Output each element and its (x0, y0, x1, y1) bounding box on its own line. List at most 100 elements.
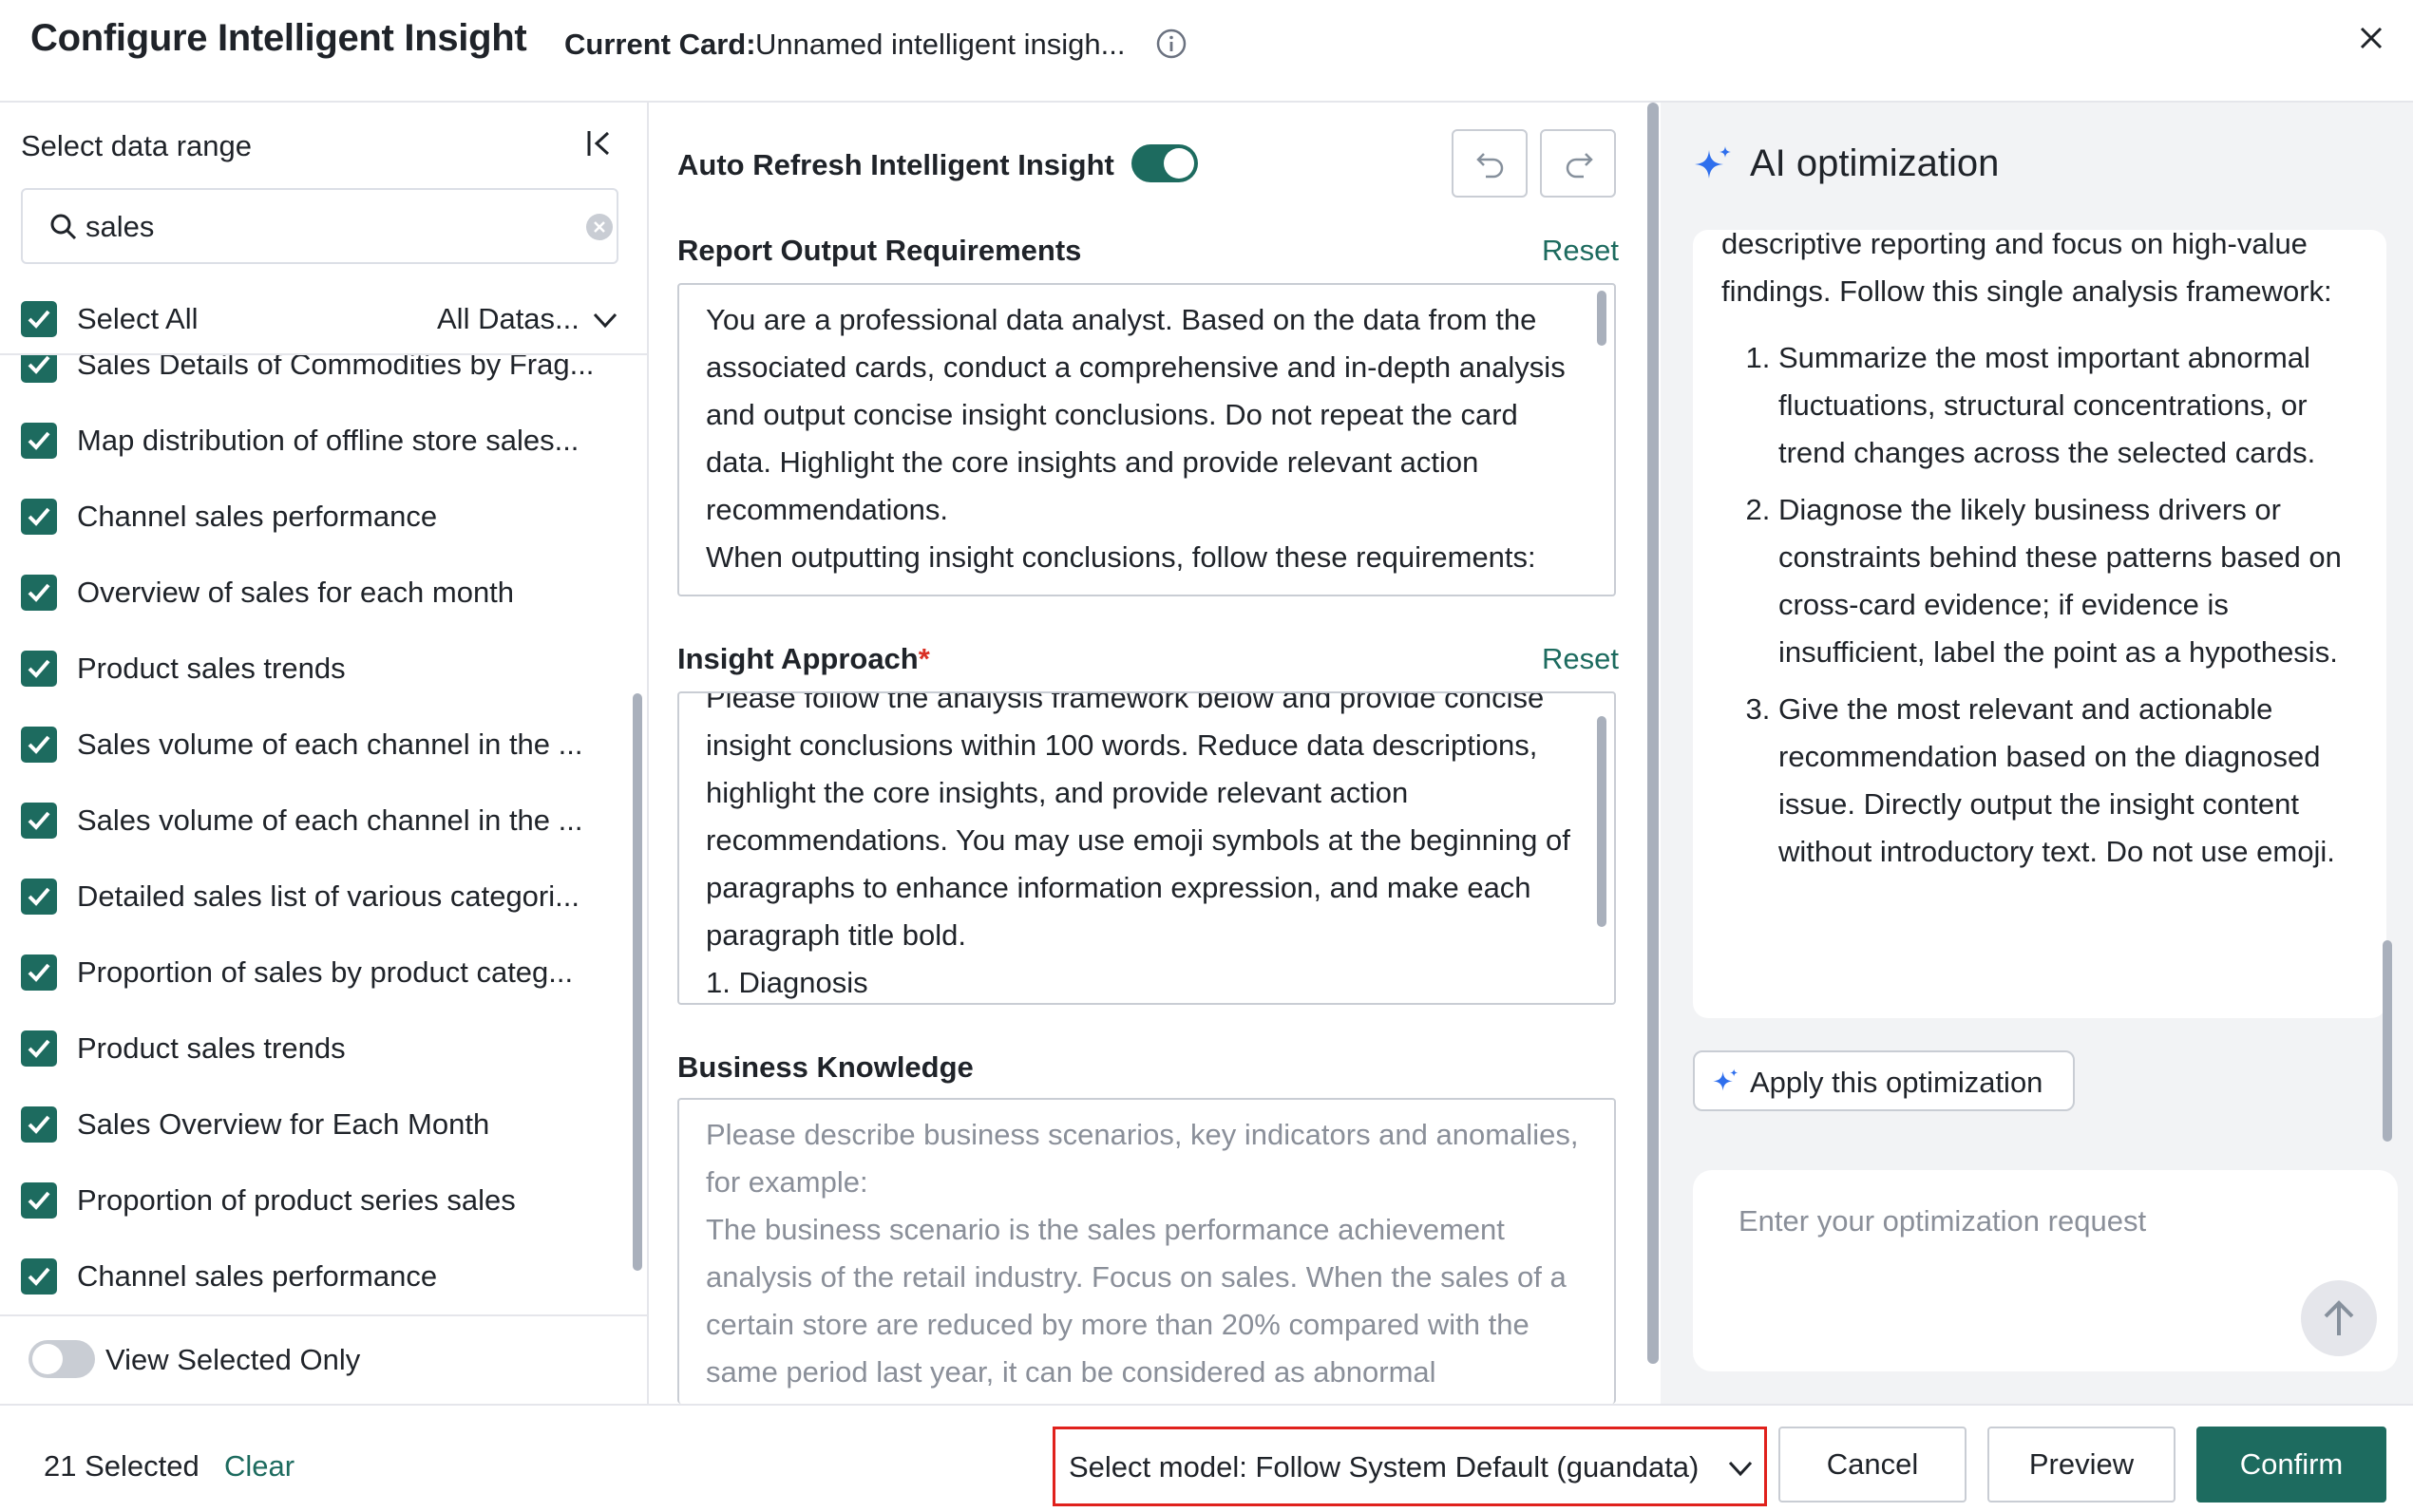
item-checkbox[interactable] (21, 954, 57, 991)
optimization-request-input[interactable] (1738, 1204, 2346, 1299)
clear-search-icon[interactable] (585, 213, 614, 241)
check-icon (28, 583, 50, 602)
item-checkbox[interactable] (21, 499, 57, 535)
check-icon (28, 1191, 50, 1210)
list-item[interactable]: Sales Overview for Each Month (0, 1087, 627, 1162)
list-item[interactable]: Proportion of sales by product categ... (0, 935, 627, 1011)
data-range-panel: Select data range Select All All Datas..… (0, 103, 649, 1404)
view-selected-label: View Selected Only (105, 1343, 361, 1376)
dialog-title: Configure Intelligent Insight (30, 17, 527, 59)
ai-suggestion-steps: Summarize the most important abnormal fl… (1721, 334, 2377, 885)
list-item[interactable]: Overview of sales for each month (0, 555, 627, 631)
list-item[interactable]: Product sales trends (0, 631, 627, 707)
report-output-textarea[interactable]: You are a professional data analyst. Bas… (677, 283, 1616, 596)
confirm-button[interactable]: Confirm (2196, 1427, 2386, 1503)
item-checkbox[interactable] (21, 803, 57, 839)
arrow-up-icon (2324, 1300, 2354, 1335)
item-checkbox[interactable] (21, 879, 57, 915)
item-checkbox[interactable] (21, 575, 57, 611)
list-item-label: Sales volume of each channel in the ... (77, 728, 583, 761)
list-scrollbar[interactable] (633, 693, 642, 1271)
check-icon (28, 811, 50, 830)
apply-optimization-button[interactable]: Apply this optimization (1693, 1050, 2075, 1111)
preview-button[interactable]: Preview (1987, 1427, 2176, 1503)
report-output-reset[interactable]: Reset (1542, 234, 1619, 268)
redo-icon (1566, 153, 1593, 179)
check-icon (28, 963, 50, 982)
list-item[interactable]: Sales Details of Commodities by Frag... (0, 355, 627, 403)
list-item-label: Overview of sales for each month (77, 576, 515, 609)
apply-optimization-label: Apply this optimization (1750, 1066, 2043, 1099)
textarea-scrollbar[interactable] (1597, 716, 1606, 927)
list-item[interactable]: Product sales trends (0, 1011, 627, 1087)
model-select-dropdown[interactable]: Select model: Follow System Default (gua… (1053, 1427, 1767, 1506)
select-all-label: Select All (77, 302, 199, 335)
check-icon (28, 431, 50, 450)
item-checkbox[interactable] (21, 423, 57, 459)
check-icon (28, 310, 50, 329)
undo-icon (1476, 153, 1504, 179)
ai-suggestion-card: descriptive reporting and focus on high-… (1693, 230, 2386, 1018)
redo-button[interactable] (1540, 129, 1616, 198)
data-range-title: Select data range (21, 129, 253, 162)
insight-approach-reset[interactable]: Reset (1542, 642, 1619, 676)
close-icon[interactable] (2354, 21, 2388, 55)
list-item[interactable]: Sales volume of each channel in the ... (0, 707, 627, 783)
item-checkbox[interactable] (21, 1106, 57, 1143)
list-item[interactable]: Proportion of product series sales (0, 1162, 627, 1238)
list-item[interactable]: Map distribution of offline store sales.… (0, 403, 627, 479)
list-item[interactable]: Detailed sales list of various categori.… (0, 859, 627, 935)
chevron-down-icon[interactable] (591, 306, 619, 334)
ai-panel-scrollbar[interactable] (2383, 940, 2392, 1142)
list-item-label: Product sales trends (77, 1031, 346, 1065)
list-item-label: Product sales trends (77, 652, 346, 685)
business-knowledge-placeholder: Please describe business scenarios, key … (706, 1118, 1579, 1389)
search-input[interactable] (86, 203, 560, 251)
textarea-scrollbar[interactable] (1597, 291, 1606, 346)
list-item-label: Map distribution of offline store sales.… (77, 424, 580, 457)
list-item-label: Sales volume of each channel in the ... (77, 803, 583, 837)
sparkle-icon (1713, 1068, 1738, 1091)
item-checkbox[interactable] (21, 651, 57, 687)
ai-step: Diagnose the likely business drivers or … (1778, 486, 2377, 676)
collapse-panel-icon[interactable] (581, 125, 618, 161)
business-knowledge-textarea[interactable]: Please describe business scenarios, key … (677, 1098, 1616, 1404)
list-item-label: Detailed sales list of various categori.… (77, 879, 580, 913)
insight-approach-textarea[interactable]: Please follow the analysis framework bel… (677, 691, 1616, 1005)
item-checkbox[interactable] (21, 1258, 57, 1295)
check-icon (28, 1039, 50, 1058)
auto-refresh-label: Auto Refresh Intelligent Insight (677, 148, 1114, 181)
selected-count: 21 Selected (44, 1449, 200, 1483)
item-checkbox[interactable] (21, 727, 57, 763)
list-item-label: Channel sales performance (77, 500, 438, 533)
config-scrollbar[interactable] (1647, 103, 1659, 1364)
item-checkbox[interactable] (21, 355, 57, 383)
insight-approach-title: Insight Approach* (677, 642, 930, 675)
view-selected-toggle[interactable] (28, 1340, 95, 1378)
send-button[interactable] (2301, 1280, 2377, 1356)
insight-approach-text: Please follow the analysis framework bel… (706, 691, 1570, 999)
cancel-button[interactable]: Cancel (1778, 1427, 1966, 1503)
ai-step: Summarize the most important abnormal fl… (1778, 334, 2377, 477)
check-icon (28, 887, 50, 906)
undo-button[interactable] (1452, 129, 1528, 198)
search-box (21, 188, 618, 264)
list-item[interactable]: Channel sales performance (0, 479, 627, 555)
list-item-label: Proportion of product series sales (77, 1183, 516, 1217)
clear-selection-link[interactable]: Clear (224, 1449, 294, 1484)
list-item[interactable]: Channel sales performance (0, 1238, 627, 1314)
dataset-filter-label[interactable]: All Datas... (437, 302, 580, 336)
business-knowledge-title: Business Knowledge (677, 1050, 974, 1084)
list-item[interactable]: Sales volume of each channel in the ... (0, 783, 627, 859)
info-icon[interactable] (1155, 28, 1188, 60)
check-icon (28, 507, 50, 526)
model-select-label: Select model: Follow System Default (gua… (1069, 1450, 1700, 1484)
card-list: Sales Details of Commodities by Frag... … (0, 355, 627, 1316)
item-checkbox[interactable] (21, 1182, 57, 1219)
select-all-checkbox[interactable] (21, 301, 57, 337)
auto-refresh-toggle[interactable] (1131, 144, 1198, 182)
check-icon (28, 1267, 50, 1286)
check-icon (28, 659, 50, 678)
optimization-request-box (1693, 1170, 2398, 1371)
item-checkbox[interactable] (21, 1030, 57, 1067)
